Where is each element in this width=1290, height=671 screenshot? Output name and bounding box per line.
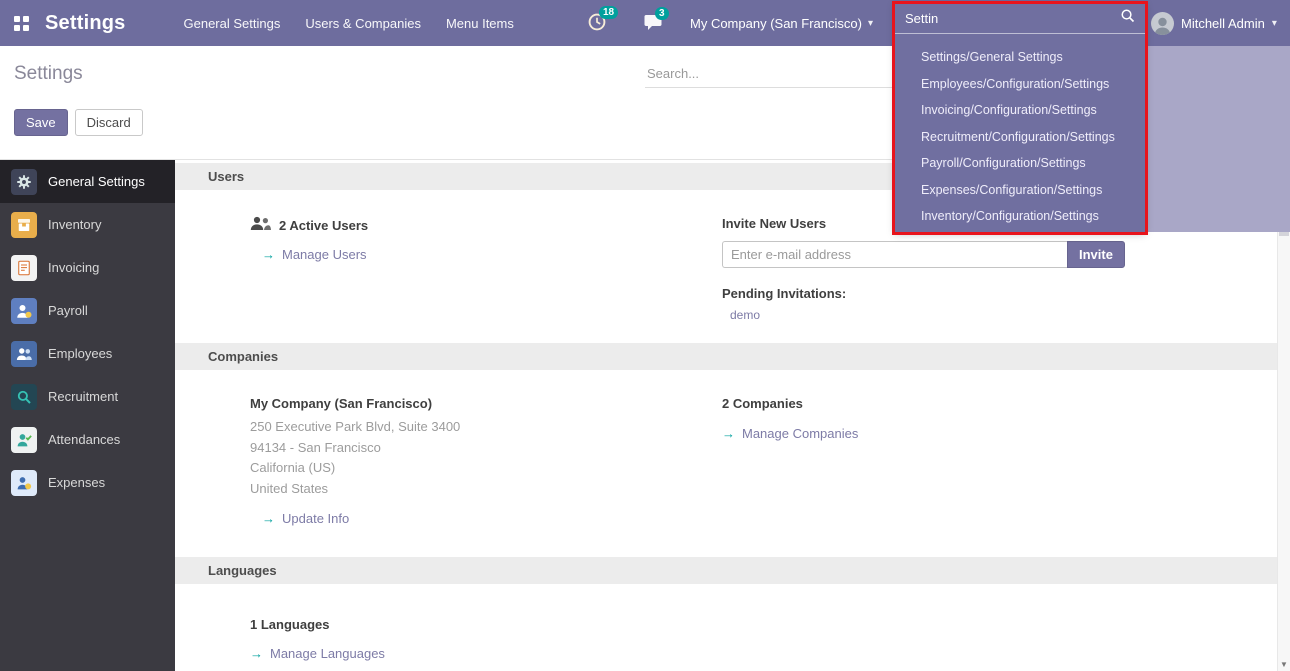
section-header-companies: Companies [175, 343, 1277, 370]
invoice-document-icon [11, 255, 37, 281]
arrow-right-icon: → [250, 646, 263, 661]
mega-search-dropdown: Settings/General Settings Employees/Conf… [895, 3, 1145, 232]
app-title: Settings [45, 12, 126, 35]
address-line: 250 Executive Park Blvd, Suite 3400 [250, 417, 722, 438]
companies-left-column: My Company (San Francisco) 250 Executive… [250, 396, 722, 526]
invite-input-group: Invite [722, 241, 1237, 268]
clock-icon [588, 18, 606, 35]
employees-people-icon [11, 341, 37, 367]
gear-icon [11, 169, 37, 195]
recruitment-magnifier-icon [11, 384, 37, 410]
messages-menu-button[interactable]: 3 [644, 14, 662, 35]
manage-languages-link[interactable]: → Manage Languages [250, 646, 385, 661]
sidebar-item-inventory[interactable]: Inventory [0, 203, 175, 246]
sidebar-item-employees[interactable]: Employees [0, 332, 175, 375]
save-button[interactable]: Save [14, 109, 68, 136]
sidebar-item-label: Employees [48, 346, 112, 361]
manage-companies-link[interactable]: → Manage Companies [722, 426, 858, 441]
users-left-column: 2 Active Users → Manage Users [250, 216, 722, 322]
update-info-label: Update Info [282, 511, 349, 526]
active-users-count: 2 Active Users [279, 218, 368, 233]
settings-content: Users 2 Active Users → Manage Users Invi… [175, 160, 1277, 671]
sidebar-item-payroll[interactable]: Payroll [0, 289, 175, 332]
expenses-person-coin-icon [11, 470, 37, 496]
user-name: Mitchell Admin [1181, 16, 1265, 31]
search-result-item[interactable]: Payroll/Configuration/Settings [895, 150, 1145, 177]
sidebar-item-attendances[interactable]: Attendances [0, 418, 175, 461]
arrow-right-icon: → [722, 426, 735, 441]
sidebar-item-expenses[interactable]: Expenses [0, 461, 175, 504]
section-languages: Languages 1 Languages → Manage Languages [175, 557, 1277, 661]
address-line: United States [250, 479, 722, 500]
section-header-languages: Languages [175, 557, 1277, 584]
menu-menu-items[interactable]: Menu Items [444, 0, 516, 46]
sidebar-item-label: Attendances [48, 432, 120, 447]
sidebar-item-label: Payroll [48, 303, 88, 318]
companies-count: 2 Companies [722, 396, 1237, 411]
sidebar-item-label: Invoicing [48, 260, 99, 275]
form-buttons: Save Discard [14, 109, 143, 136]
companies-right-column: 2 Companies → Manage Companies [722, 396, 1237, 526]
pending-invitee-link[interactable]: demo [722, 308, 760, 322]
pending-invitations-label: Pending Invitations: [722, 286, 1237, 301]
attendance-check-person-icon [11, 427, 37, 453]
navbar-menu: General Settings Users & Companies Menu … [182, 0, 516, 46]
settings-sidebar: General Settings Inventory Invoicing Pay… [0, 160, 175, 671]
update-info-link[interactable]: → Update Info [262, 511, 349, 526]
manage-companies-label: Manage Companies [742, 426, 858, 441]
open-dropdown-panel [1148, 46, 1290, 232]
users-group-icon [250, 216, 271, 234]
menu-general-settings[interactable]: General Settings [182, 0, 283, 46]
navbar-left-group: Settings General Settings Users & Compan… [0, 0, 516, 46]
mega-search-results: Settings/General Settings Employees/Conf… [895, 34, 1145, 230]
mega-search-input[interactable] [905, 11, 1120, 26]
sidebar-item-label: Expenses [48, 475, 105, 490]
active-users-line: 2 Active Users [250, 216, 722, 234]
arrow-right-icon: → [262, 247, 275, 262]
sidebar-item-invoicing[interactable]: Invoicing [0, 246, 175, 289]
breadcrumb: Settings [14, 63, 83, 85]
sidebar-item-recruitment[interactable]: Recruitment [0, 375, 175, 418]
company-name: My Company (San Francisco) [250, 396, 722, 411]
company-switcher[interactable]: My Company (San Francisco) ▾ [690, 0, 873, 46]
search-result-item[interactable]: Inventory/Configuration/Settings [895, 203, 1145, 230]
languages-count: 1 Languages [250, 617, 1237, 632]
menu-users-companies[interactable]: Users & Companies [303, 0, 423, 46]
sidebar-item-label: Inventory [48, 217, 101, 232]
sidebar-item-label: Recruitment [48, 389, 118, 404]
arrow-right-icon: → [262, 511, 275, 526]
search-result-item[interactable]: Expenses/Configuration/Settings [895, 177, 1145, 204]
payroll-person-coin-icon [11, 298, 37, 324]
activity-count-badge: 18 [599, 6, 618, 19]
avatar [1151, 12, 1174, 35]
user-menu[interactable]: Mitchell Admin ▾ [1151, 0, 1277, 46]
invite-email-input[interactable] [722, 241, 1067, 268]
search-icon [1120, 8, 1135, 28]
address-line: California (US) [250, 458, 722, 479]
manage-users-label: Manage Users [282, 247, 367, 262]
apps-menu-button[interactable] [0, 0, 42, 46]
scrollbar-down-arrow[interactable]: ▼ [1278, 660, 1290, 669]
search-result-item[interactable]: Employees/Configuration/Settings [895, 71, 1145, 98]
message-count-badge: 3 [655, 7, 669, 20]
search-result-item[interactable]: Settings/General Settings [895, 44, 1145, 71]
company-name: My Company (San Francisco) [690, 16, 862, 31]
sidebar-item-label: General Settings [48, 174, 145, 189]
manage-users-link[interactable]: → Manage Users [262, 247, 367, 262]
sidebar-item-general-settings[interactable]: General Settings [0, 160, 175, 203]
chevron-down-icon: ▾ [868, 18, 873, 29]
discard-button[interactable]: Discard [75, 109, 143, 136]
company-address: 250 Executive Park Blvd, Suite 3400 9413… [250, 417, 722, 499]
mega-search-input-row [895, 3, 1145, 34]
activity-menu-button[interactable]: 18 [588, 13, 606, 36]
search-result-item[interactable]: Invoicing/Configuration/Settings [895, 97, 1145, 124]
apps-grid-icon [14, 16, 29, 31]
invite-button[interactable]: Invite [1067, 241, 1125, 268]
address-line: 94134 - San Francisco [250, 438, 722, 459]
inventory-box-icon [11, 212, 37, 238]
chevron-down-icon: ▾ [1272, 18, 1277, 29]
section-companies: Companies My Company (San Francisco) 250… [175, 343, 1277, 526]
manage-languages-label: Manage Languages [270, 646, 385, 661]
search-result-item[interactable]: Recruitment/Configuration/Settings [895, 124, 1145, 151]
